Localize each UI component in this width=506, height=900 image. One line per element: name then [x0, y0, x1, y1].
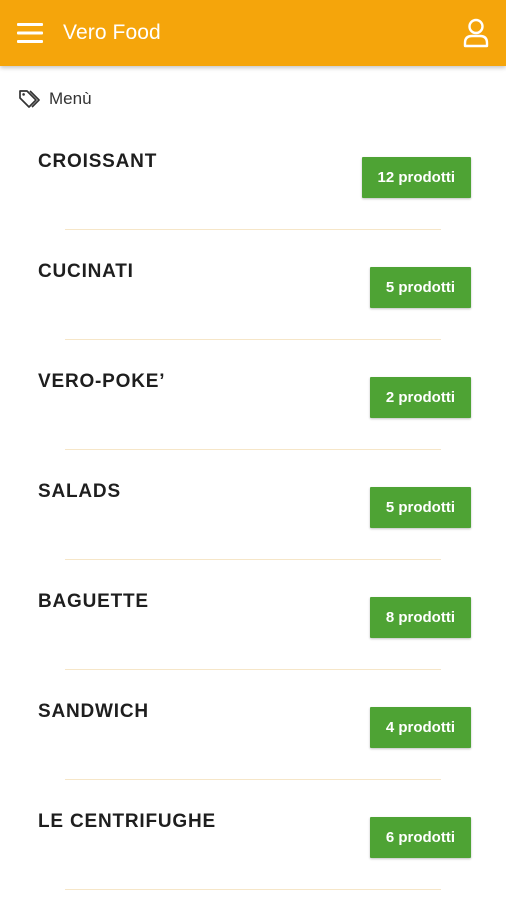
menu-button[interactable] [14, 18, 46, 48]
category-item-croissant[interactable]: CROISSANT 12 prodotti [0, 120, 506, 230]
category-name: VERO-POKE’ [38, 371, 166, 392]
app-bar: Vero Food [0, 0, 506, 66]
product-count-badge[interactable]: 8 prodotti [369, 597, 471, 638]
category-name: BAGUETTE [38, 591, 149, 612]
user-icon [463, 18, 489, 48]
product-count-badge[interactable]: 6 prodotti [369, 817, 471, 858]
category-name: SANDWICH [38, 701, 149, 722]
divider [65, 889, 441, 890]
category-item-cucinati[interactable]: CUCINATI 5 prodotti [0, 230, 506, 340]
product-count-badge[interactable]: 5 prodotti [369, 487, 471, 528]
category-name: LE CENTRIFUGHE [38, 811, 216, 832]
user-account-button[interactable] [460, 15, 492, 51]
category-list: CROISSANT 12 prodotti CUCINATI 5 prodott… [0, 120, 506, 890]
breadcrumb: Menù [18, 86, 92, 112]
app-title: Vero Food [63, 21, 161, 44]
category-item-baguette[interactable]: BAGUETTE 8 prodotti [0, 560, 506, 670]
product-count-badge[interactable]: 12 prodotti [361, 157, 471, 198]
product-count-badge[interactable]: 4 prodotti [369, 707, 471, 748]
category-item-salads[interactable]: SALADS 5 prodotti [0, 450, 506, 560]
category-name: SALADS [38, 481, 121, 502]
category-item-vero-poke[interactable]: VERO-POKE’ 2 prodotti [0, 340, 506, 450]
tag-icon [19, 90, 40, 108]
product-count-badge[interactable]: 2 prodotti [369, 377, 471, 418]
product-count-badge[interactable]: 5 prodotti [369, 267, 471, 308]
hamburger-menu-icon [17, 23, 43, 43]
category-name: CROISSANT [38, 151, 158, 172]
category-item-le-centrifughe[interactable]: LE CENTRIFUGHE 6 prodotti [0, 780, 506, 890]
breadcrumb-label: Menù [49, 89, 92, 108]
category-name: CUCINATI [38, 261, 134, 282]
category-item-sandwich[interactable]: SANDWICH 4 prodotti [0, 670, 506, 780]
